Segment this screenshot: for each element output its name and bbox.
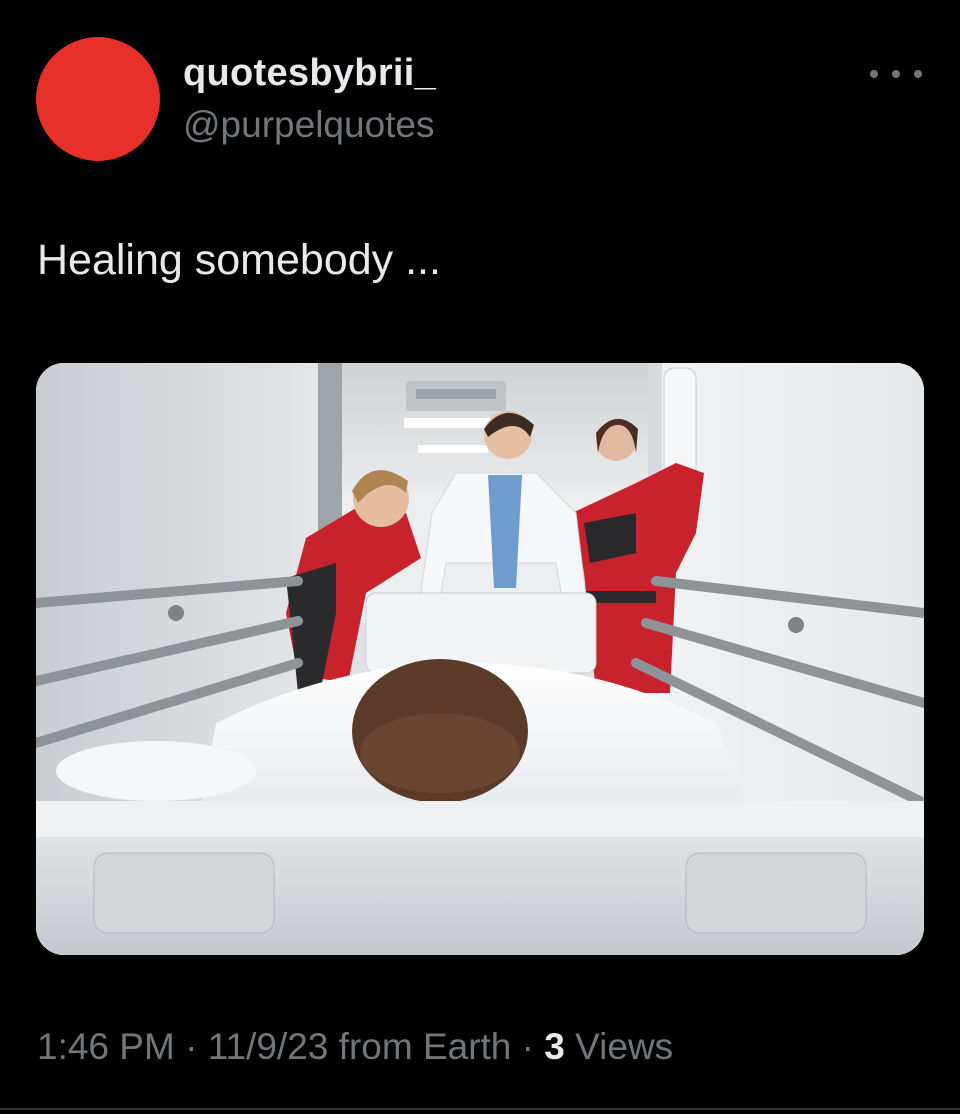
more-dot-icon <box>914 70 922 78</box>
more-dot-icon <box>892 70 900 78</box>
tweet-container: quotesbybrii_ @purpelquotes Healing some… <box>0 0 960 1114</box>
tweet-text: Healing somebody ... <box>37 236 441 284</box>
views-count[interactable]: 3 <box>544 1026 565 1067</box>
avatar[interactable] <box>36 37 160 161</box>
meta-separator: · <box>185 1026 198 1067</box>
meta-separator: · <box>521 1026 534 1067</box>
tweet-source: from Earth <box>338 1026 512 1067</box>
tweet-media-image[interactable] <box>36 363 924 955</box>
tweet-date[interactable]: 11/9/23 <box>208 1026 329 1067</box>
tweet-metadata: 1:46 PM · 11/9/23 from Earth · 3 Views <box>37 1026 673 1068</box>
user-handle[interactable]: @purpelquotes <box>183 104 435 146</box>
tweet-time[interactable]: 1:46 PM <box>37 1026 175 1067</box>
hospital-gurney-photo <box>36 363 924 955</box>
views-label[interactable]: Views <box>575 1026 673 1067</box>
display-name[interactable]: quotesbybrii_ <box>183 52 436 95</box>
more-dot-icon <box>870 70 878 78</box>
more-options-button[interactable] <box>870 62 922 86</box>
divider <box>0 1108 960 1110</box>
